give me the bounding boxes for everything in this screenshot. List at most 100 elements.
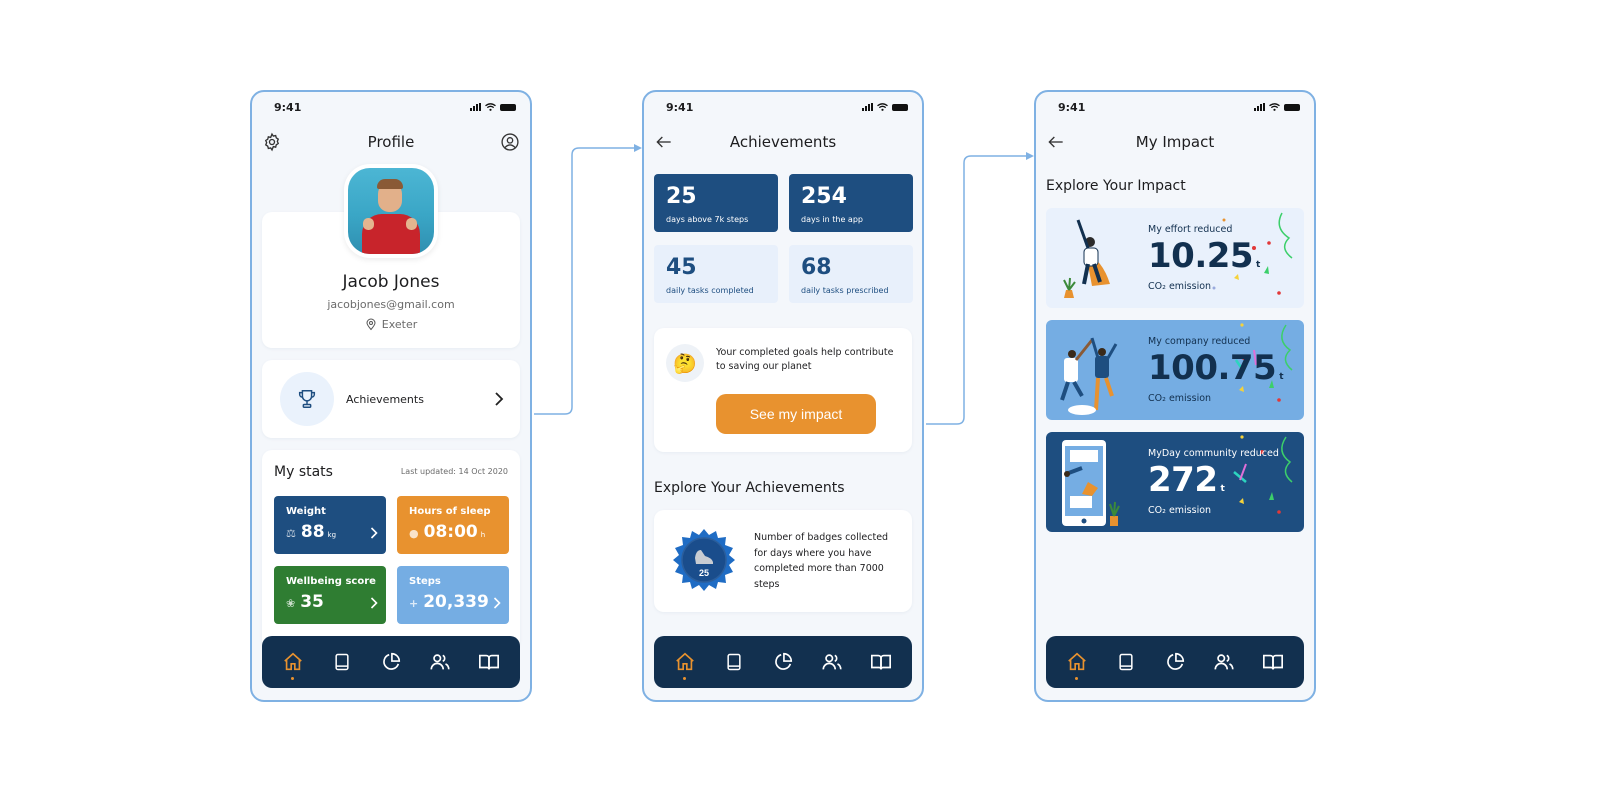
impact-screen: 9:41 My Impact Explore Your Impact My ef…	[1034, 90, 1316, 702]
impact-card-community[interactable]: MyDay community reduced 272 t CO₂ emissi…	[1046, 432, 1304, 532]
user-account-icon[interactable]	[500, 132, 520, 152]
status-bar: 9:41	[274, 100, 516, 114]
top-bar: Achievements	[654, 130, 912, 154]
brain-icon: ●	[409, 527, 419, 540]
stat-label: Weight	[286, 506, 326, 517]
nav-library[interactable]	[472, 642, 506, 682]
stat-unit: kg	[327, 531, 337, 539]
impact-sub: CO₂ emission	[1148, 505, 1212, 516]
impact-unit: t	[1279, 372, 1284, 382]
back-arrow-icon[interactable]	[1046, 132, 1066, 152]
people-icon	[430, 654, 450, 670]
home-icon	[1067, 652, 1086, 671]
nav-library[interactable]	[864, 642, 898, 682]
achievement-label: days above 7k steps	[666, 215, 749, 224]
status-icons	[470, 103, 516, 111]
book-icon	[335, 653, 349, 671]
achievements-screen: 9:41 Achievements 25 days above 7k steps…	[642, 90, 924, 702]
impact-card-company[interactable]: My company reduced 100.75 t CO₂ emission	[1046, 320, 1304, 420]
achievement-tile: 68 daily tasks prescribed	[789, 245, 913, 303]
achievement-value: 254	[801, 184, 847, 209]
nav-book[interactable]	[1109, 642, 1143, 682]
nav-community[interactable]	[815, 642, 849, 682]
chevron-right-icon	[495, 392, 504, 406]
wifi-icon	[877, 103, 888, 111]
nav-home[interactable]	[668, 642, 702, 682]
nav-library[interactable]	[1256, 642, 1290, 682]
stat-value: 35	[300, 592, 324, 612]
impact-card-personal[interactable]: My effort reduced 10.25 t CO₂ emission	[1046, 208, 1304, 308]
stat-unit: h	[480, 531, 486, 539]
status-bar: 9:41	[666, 100, 908, 114]
book-icon	[1119, 653, 1133, 671]
nav-chart[interactable]	[374, 642, 408, 682]
stats-title: My stats	[274, 464, 333, 480]
nav-chart[interactable]	[1158, 642, 1192, 682]
battery-icon	[1284, 103, 1300, 111]
stat-tile-wellbeing[interactable]: Wellbeing score ❀ 35	[274, 566, 386, 624]
achievement-label: daily tasks completed	[666, 286, 754, 295]
nav-community[interactable]	[1207, 642, 1241, 682]
stat-tile-steps[interactable]: Steps + 20,339	[397, 566, 509, 624]
chevron-right-icon	[493, 597, 501, 609]
nav-home[interactable]	[1060, 642, 1094, 682]
see-my-impact-button[interactable]: See my impact	[716, 394, 876, 434]
profile-screen: 9:41 Profile Jacob Jones jacobjones@gmai…	[250, 90, 532, 702]
back-arrow-icon[interactable]	[654, 132, 674, 152]
stat-value-row: + 20,339	[409, 592, 489, 612]
status-time: 9:41	[666, 100, 694, 114]
stat-value-row: ● 08:00 h	[409, 522, 485, 542]
badge-card[interactable]: 25 Number of badges collected for days w…	[654, 510, 912, 612]
nav-chart[interactable]	[766, 642, 800, 682]
impact-value-row: 272 t	[1148, 460, 1225, 500]
bottom-navbar	[654, 636, 912, 688]
plus-icon: +	[409, 597, 419, 610]
achievement-label: days in the app	[801, 215, 863, 224]
stat-label: Hours of sleep	[409, 506, 491, 517]
badge-count: 25	[699, 568, 709, 578]
gear-icon[interactable]	[262, 132, 282, 152]
impact-prompt-text: Your completed goals help contribute to …	[716, 347, 894, 372]
impact-value: 100.75	[1148, 348, 1277, 388]
location-pin-icon	[366, 318, 376, 331]
nav-home[interactable]	[276, 642, 310, 682]
user-email: jacobjones@gmail.com	[327, 298, 455, 311]
achievement-tile: 45 daily tasks completed	[654, 245, 778, 303]
impact-value: 10.25	[1148, 236, 1254, 276]
nav-book[interactable]	[717, 642, 751, 682]
stat-label: Wellbeing score	[286, 576, 376, 587]
bottom-navbar	[262, 636, 520, 688]
section-title: Explore Your Achievements	[654, 480, 845, 496]
stats-last-updated: Last updated: 14 Oct 2020	[400, 467, 508, 476]
active-indicator	[683, 677, 687, 680]
achievements-link[interactable]: Achievements	[262, 360, 520, 438]
wifi-icon	[485, 103, 496, 111]
nav-community[interactable]	[423, 642, 457, 682]
nav-book[interactable]	[325, 642, 359, 682]
lotus-icon: ❀	[286, 597, 296, 610]
impact-sub: CO₂ emission	[1148, 281, 1212, 292]
chevron-right-icon	[370, 527, 378, 539]
battery-icon	[892, 103, 908, 111]
phone-chat-illustration	[1062, 440, 1120, 526]
superhero-illustration	[1063, 219, 1110, 298]
impact-label: My effort reduced	[1148, 224, 1233, 235]
location-text: Exeter	[381, 318, 418, 331]
stat-value-row: ❀ 35	[286, 592, 324, 612]
my-stats-card: My stats Last updated: 14 Oct 2020 Weigh…	[262, 450, 520, 650]
achievement-value: 45	[666, 255, 697, 280]
stat-tile-sleep[interactable]: Hours of sleep ● 08:00 h	[397, 496, 509, 554]
book-icon	[727, 653, 741, 671]
pie-chart-icon	[383, 652, 401, 670]
status-bar: 9:41	[1058, 100, 1300, 114]
stat-tile-weight[interactable]: Weight ⚖ 88 kg	[274, 496, 386, 554]
page-title: My Impact	[1135, 133, 1215, 151]
home-icon	[283, 652, 302, 671]
avatar-photo	[348, 168, 434, 254]
page-title: Profile	[367, 133, 415, 151]
signal-icon	[1254, 103, 1265, 111]
open-book-icon	[479, 654, 500, 670]
status-time: 9:41	[274, 100, 302, 114]
top-bar: My Impact	[1046, 130, 1304, 154]
wifi-icon	[1269, 103, 1280, 111]
